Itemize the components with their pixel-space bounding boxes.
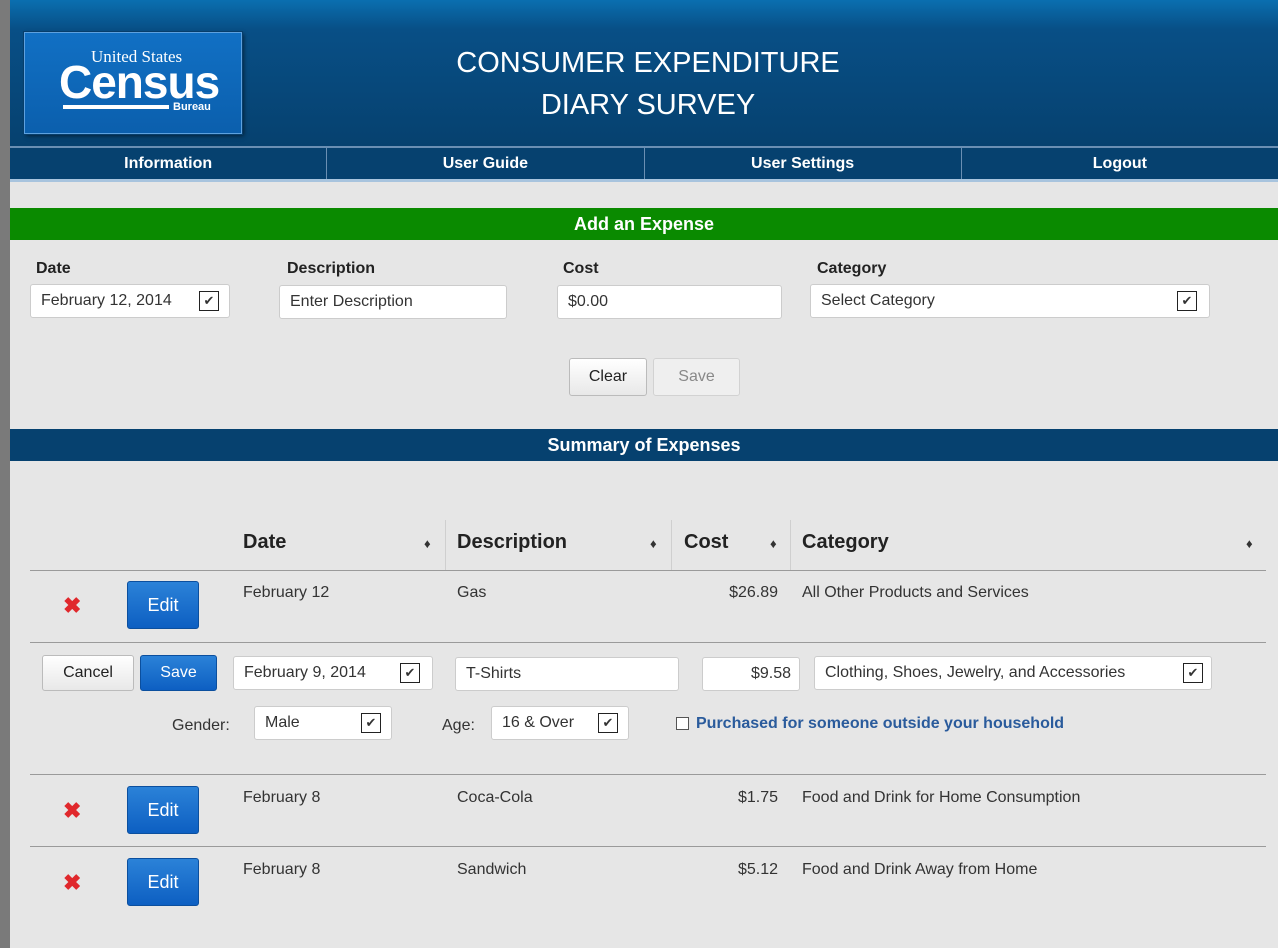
column-divider	[790, 520, 791, 570]
sort-icon[interactable]: ♦	[424, 536, 431, 551]
date-select[interactable]: February 12, 2014 ✔	[30, 284, 230, 318]
chevron-down-icon: ✔	[598, 713, 618, 733]
logo-underline	[63, 105, 169, 109]
title-line-1: CONSUMER EXPENDITURE	[456, 47, 840, 79]
row-date: February 8	[243, 789, 321, 806]
col-header-category[interactable]: Category	[802, 531, 889, 554]
edit-description-input[interactable]: T-Shirts	[455, 657, 679, 691]
chevron-down-icon: ✔	[361, 713, 381, 733]
column-divider	[671, 520, 672, 570]
main-nav: Information User Guide User Settings Log…	[10, 146, 1278, 182]
row-cost: $5.12	[737, 861, 778, 878]
x-icon[interactable]: ✖	[63, 798, 81, 824]
row-divider	[30, 642, 1266, 643]
sort-icon[interactable]: ♦	[1246, 536, 1253, 551]
clear-button[interactable]: Clear	[569, 358, 647, 396]
col-header-cost[interactable]: Cost	[684, 531, 728, 554]
edit-button[interactable]: Edit	[127, 786, 199, 834]
x-icon[interactable]: ✖	[63, 593, 81, 619]
row-date: February 8	[243, 861, 321, 878]
edit-cost-value: $9.58	[750, 665, 791, 682]
category-select[interactable]: Select Category ✔	[810, 284, 1210, 318]
row-category: All Other Products and Services	[802, 584, 1029, 601]
nav-user-guide[interactable]: User Guide	[327, 148, 645, 179]
sort-icon[interactable]: ♦	[770, 536, 777, 551]
edit-date-select[interactable]: February 9, 2014 ✔	[233, 656, 433, 690]
col-header-description[interactable]: Description	[457, 531, 567, 554]
gender-select-value: Male	[265, 714, 300, 731]
row-divider	[30, 846, 1266, 847]
age-select[interactable]: 16 & Over ✔	[491, 706, 629, 740]
row-date: February 12	[243, 584, 330, 601]
row-category: Food and Drink Away from Home	[802, 861, 1038, 878]
outside-household-checkbox[interactable]	[676, 717, 689, 730]
date-select-value: February 12, 2014	[41, 292, 172, 309]
age-select-value: 16 & Over	[502, 714, 575, 731]
outside-household-label[interactable]: Purchased for someone outside your house…	[696, 715, 1064, 733]
chevron-down-icon: ✔	[400, 663, 420, 683]
row-description: Coca-Cola	[457, 789, 533, 806]
row-cost: $1.75	[737, 789, 778, 806]
page-title: CONSUMER EXPENDITURE DIARY SURVEY	[310, 42, 986, 126]
description-label: Description	[287, 260, 376, 277]
window-edge	[0, 0, 10, 948]
chevron-down-icon: ✔	[199, 291, 219, 311]
title-line-2: DIARY SURVEY	[540, 89, 756, 121]
edit-category-select[interactable]: Clothing, Shoes, Jewelry, and Accessorie…	[814, 656, 1212, 690]
row-divider	[30, 570, 1266, 571]
date-label: Date	[36, 260, 71, 277]
category-label: Category	[817, 260, 887, 277]
category-select-value: Select Category	[821, 292, 935, 309]
age-label: Age:	[442, 717, 475, 734]
cost-input-value: $0.00	[568, 293, 609, 310]
save-button[interactable]: Save	[140, 655, 217, 691]
edit-button[interactable]: Edit	[127, 581, 199, 629]
logo-sub-text: Bureau	[173, 101, 211, 113]
edit-category-value: Clothing, Shoes, Jewelry, and Accessorie…	[825, 664, 1126, 681]
chevron-down-icon: ✔	[1183, 663, 1203, 683]
row-divider	[30, 774, 1266, 775]
x-icon[interactable]: ✖	[63, 870, 81, 896]
gender-select[interactable]: Male ✔	[254, 706, 392, 740]
column-divider	[445, 520, 446, 570]
cost-input[interactable]: $0.00	[557, 285, 782, 319]
header: United States Census Bureau CONSUMER EXP…	[10, 0, 1278, 146]
gender-label: Gender:	[172, 717, 230, 734]
add-expense-heading: Add an Expense	[10, 208, 1278, 240]
edit-button[interactable]: Edit	[127, 858, 199, 906]
description-input[interactable]: Enter Description	[279, 285, 507, 319]
chevron-down-icon: ✔	[1177, 291, 1197, 311]
row-category: Food and Drink for Home Consumption	[802, 789, 1081, 806]
nav-logout[interactable]: Logout	[962, 148, 1278, 179]
cancel-button[interactable]: Cancel	[42, 655, 134, 691]
row-description: Sandwich	[457, 861, 527, 878]
cost-label: Cost	[563, 260, 599, 277]
nav-information[interactable]: Information	[10, 148, 328, 179]
edit-date-value: February 9, 2014	[244, 664, 366, 681]
sort-icon[interactable]: ♦	[650, 536, 657, 551]
row-cost: $26.89	[729, 584, 778, 601]
row-description: Gas	[457, 584, 487, 601]
census-logo[interactable]: United States Census Bureau	[24, 32, 242, 134]
save-button-disabled[interactable]: Save	[653, 358, 740, 396]
description-placeholder: Enter Description	[290, 293, 413, 310]
nav-user-settings[interactable]: User Settings	[645, 148, 962, 179]
edit-description-value: T-Shirts	[466, 665, 522, 682]
col-header-date[interactable]: Date	[243, 531, 286, 554]
summary-heading: Summary of Expenses	[10, 429, 1278, 461]
edit-cost-input[interactable]: $9.58	[702, 657, 800, 691]
